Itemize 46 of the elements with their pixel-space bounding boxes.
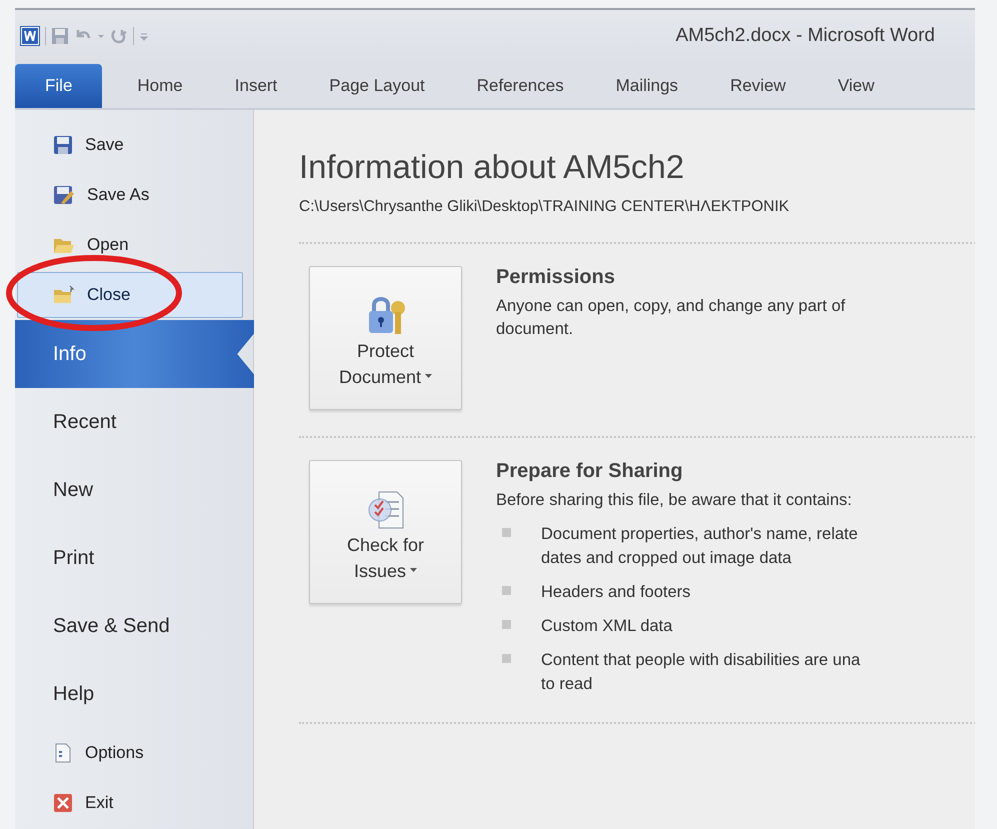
ribbon-tab[interactable]: References [446, 64, 586, 108]
menu-command[interactable]: Close [17, 272, 243, 318]
bullet-icon [502, 586, 511, 595]
caret-icon [410, 568, 418, 573]
dropdown-button[interactable]: Check for Issues [309, 460, 462, 604]
close-icon [53, 793, 73, 813]
ribbon-tab[interactable]: Insert [204, 64, 300, 108]
document-icon [53, 743, 73, 763]
bullet-icon [502, 620, 511, 629]
ribbon-tab[interactable]: Home [107, 64, 205, 108]
section-description: Before sharing this file, be aware that it contains: [496, 490, 853, 511]
ribbon-tab[interactable]: Mailings [586, 64, 700, 108]
bullet-text: Custom XML data [541, 616, 672, 637]
backstage-tab[interactable]: Info [15, 320, 254, 388]
floppy-disk-pencil-icon [53, 185, 75, 205]
ribbon-tab[interactable]: View [808, 64, 896, 108]
info-title: Information about AM5ch2 [299, 148, 686, 186]
menu-command[interactable]: Exit [17, 780, 243, 826]
section-description: Anyone can open, copy, and change any part of document. [496, 296, 846, 340]
bullet-text: Headers and footers [541, 582, 691, 603]
dropdown-button[interactable]: Protect Document [309, 266, 462, 410]
ribbon-tab[interactable]: Page Layout [299, 64, 447, 108]
ribbon-tab[interactable]: Review [700, 64, 808, 108]
backstage-tab[interactable]: Recent [15, 388, 253, 456]
section-heading: Permissions [496, 266, 616, 289]
backstage-tab[interactable]: Help [15, 660, 253, 728]
section-heading: Prepare for Sharing [496, 460, 684, 483]
menu-command[interactable]: Open [17, 222, 243, 268]
file-path: C:\Users\Chrysanthe Gliki\Desktop\TRAINING CENTER\ΗΛΕΚΤΡΟΝΙΚ [299, 198, 790, 216]
menu-command[interactable]: Options [17, 730, 243, 776]
bullet-icon [502, 654, 511, 663]
backstage-tab[interactable]: Print [15, 524, 253, 592]
folder-icon [53, 285, 75, 305]
bullet-icon [502, 528, 511, 537]
menu-command[interactable]: Save As [17, 172, 243, 218]
word-logo-icon[interactable] [20, 26, 40, 46]
ribbon-tab[interactable]: File [15, 64, 102, 108]
bullet-text: Document properties, author's name, relate dates and cropped out image data [541, 524, 858, 569]
window-title: AM5ch2.docx - Microsoft Word [676, 25, 935, 47]
caret-icon [425, 374, 432, 379]
bullet-text: Content that people with disabilities are una to read [541, 650, 860, 695]
menu-command[interactable]: Save [17, 122, 243, 168]
backstage-tab[interactable]: New [15, 456, 253, 524]
backstage-tab[interactable]: Save & Send [15, 592, 253, 660]
redo-icon[interactable] [110, 27, 128, 45]
save-icon[interactable] [51, 27, 69, 45]
